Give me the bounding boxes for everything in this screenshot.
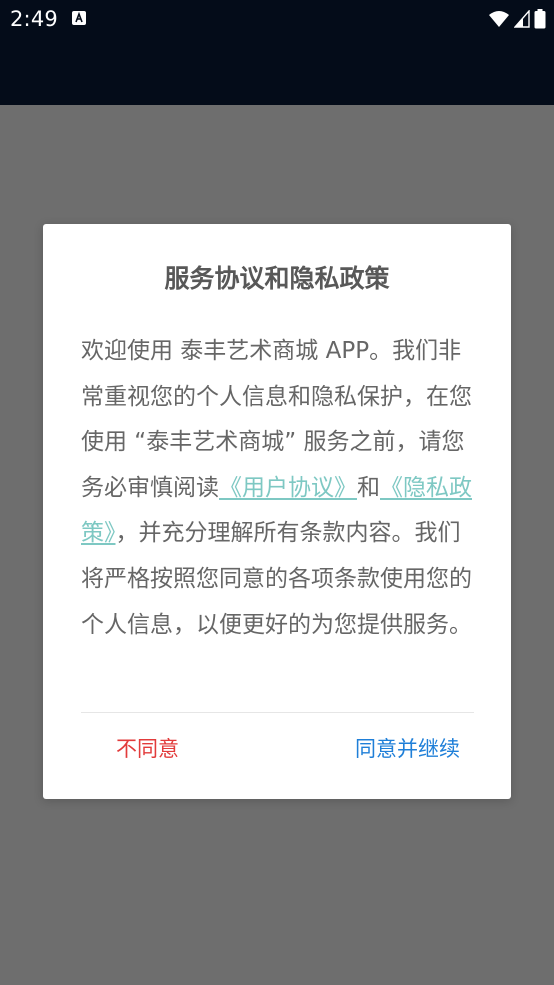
a-letter-icon [72,11,86,25]
dialog-divider [81,712,474,713]
body-text-2: 和 [357,474,380,501]
user-agreement-link[interactable]: 《用户协议》 [219,475,357,501]
agree-continue-button[interactable]: 同意并继续 [355,733,460,765]
dialog-body: 欢迎使用 泰丰艺术商城 APP。我们非常重视您的个人信息和隐私保护，在您使用 “… [81,329,481,648]
status-bar: 2:49 [0,0,554,38]
disagree-button[interactable]: 不同意 [116,733,179,765]
privacy-dialog: 服务协议和隐私政策 欢迎使用 泰丰艺术商城 APP。我们非常重视您的个人信息和隐… [43,224,511,799]
wifi-icon [489,11,509,27]
status-icons [488,9,546,29]
body-text-3: ，并充分理解所有条款内容。我们将严格按照您同意的各项条款使用您的个人信息，以便更… [81,520,472,638]
status-time: 2:49 [10,7,58,31]
app-bar [0,38,554,105]
dialog-title: 服务协议和隐私政策 [164,264,390,293]
battery-icon [534,9,546,29]
signal-icon [514,10,530,28]
